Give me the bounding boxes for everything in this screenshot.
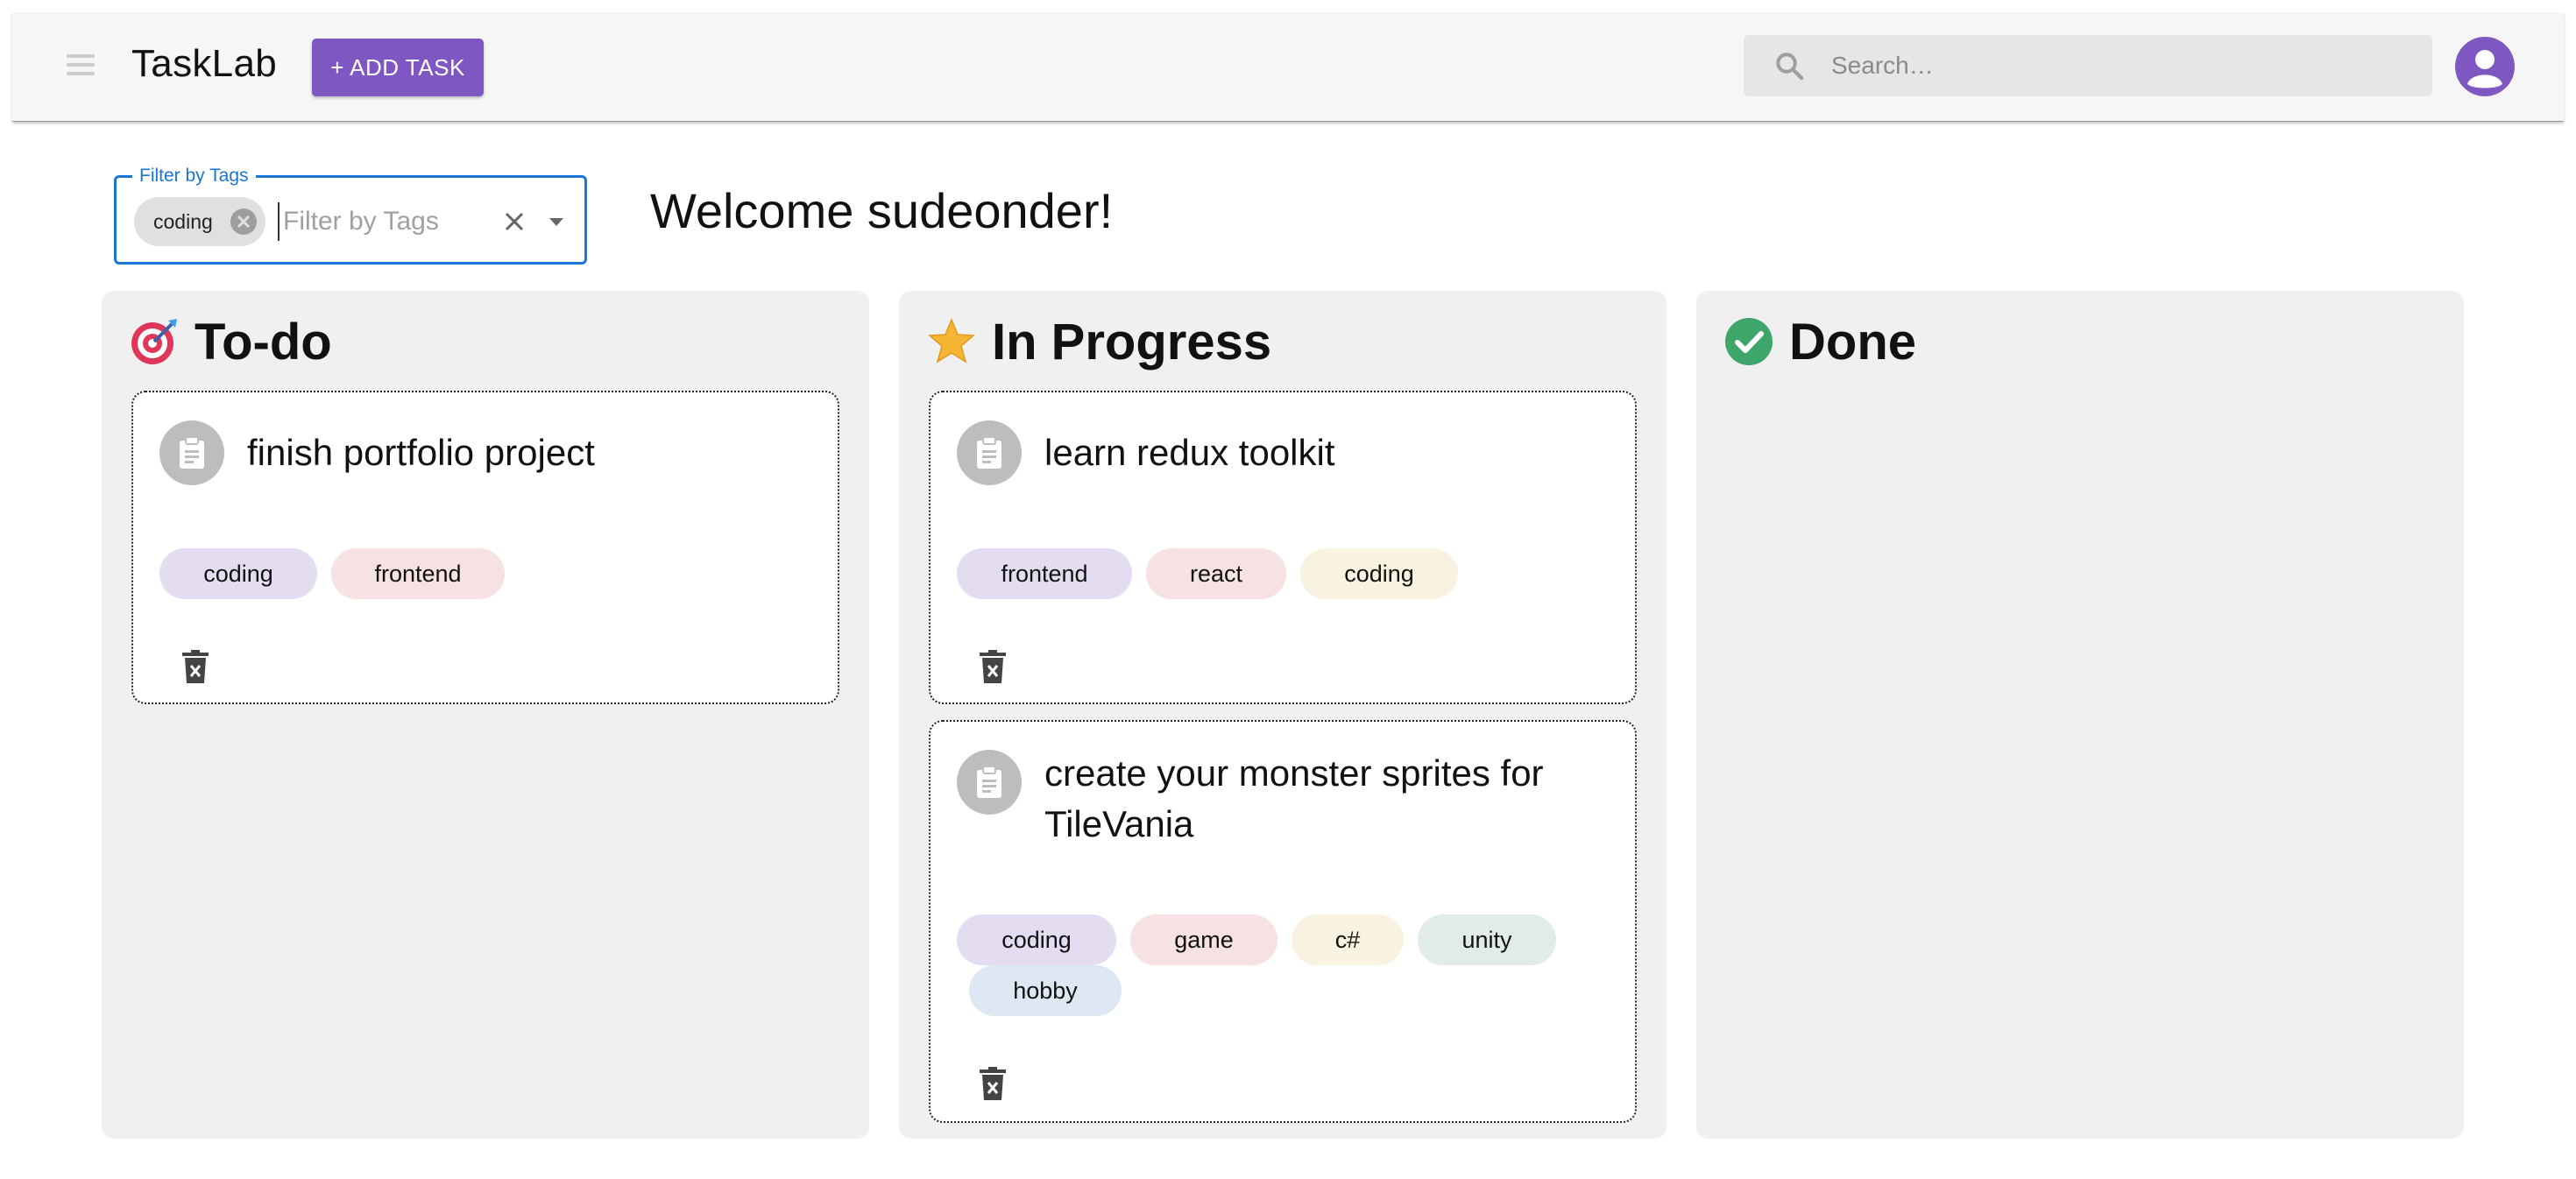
tag-chip[interactable]: hobby xyxy=(969,965,1122,1016)
delete-icon[interactable] xyxy=(978,650,1008,685)
tag-chip[interactable]: c# xyxy=(1292,914,1404,965)
selected-tag-label: coding xyxy=(153,210,213,233)
tag-chip[interactable]: coding xyxy=(1300,548,1458,599)
clipboard-icon xyxy=(957,750,1022,815)
account-avatar-icon[interactable] xyxy=(2455,37,2515,96)
tag-chip[interactable]: react xyxy=(1146,548,1286,599)
column-in-progress: In Progress learn redux toolkit frontend… xyxy=(899,291,1667,1139)
column-header: In Progress xyxy=(927,310,1271,373)
tag-chip[interactable]: coding xyxy=(957,914,1116,965)
search-icon xyxy=(1776,53,1804,81)
tag-list: coding frontend xyxy=(159,548,808,599)
column-todo: To-do finish portfolio project coding fr… xyxy=(102,291,869,1139)
remove-tag-icon[interactable] xyxy=(229,207,258,237)
search-bar[interactable] xyxy=(1744,35,2432,96)
star-icon xyxy=(928,318,975,364)
task-title: finish portfolio project xyxy=(247,432,595,473)
check-circle-icon xyxy=(1725,318,1773,365)
task-card[interactable]: learn redux toolkit frontend react codin… xyxy=(929,391,1637,704)
selected-tag-chip[interactable]: coding xyxy=(134,197,265,246)
column-header: To-do xyxy=(130,310,332,373)
clipboard-icon xyxy=(159,420,224,485)
search-input[interactable] xyxy=(1831,35,2410,96)
column-header: Done xyxy=(1724,310,1916,373)
dropdown-arrow-icon[interactable] xyxy=(541,206,572,237)
tag-chip[interactable]: frontend xyxy=(331,548,505,599)
tag-chip[interactable]: coding xyxy=(159,548,317,599)
filter-input[interactable] xyxy=(278,202,488,241)
add-task-button[interactable]: + ADD TASK xyxy=(312,39,484,96)
column-title: In Progress xyxy=(992,313,1272,371)
clear-icon[interactable] xyxy=(499,206,530,237)
delete-icon[interactable] xyxy=(180,650,210,685)
filter-label: Filter by Tags xyxy=(132,166,256,187)
column-title: To-do xyxy=(195,313,332,371)
tag-chip[interactable]: game xyxy=(1130,914,1277,965)
task-card[interactable]: create your monster sprites for TileVani… xyxy=(929,720,1637,1123)
tag-filter[interactable]: Filter by Tags coding xyxy=(114,166,587,265)
task-title: learn redux toolkit xyxy=(1044,432,1335,473)
clipboard-icon xyxy=(957,420,1022,485)
task-card[interactable]: finish portfolio project coding frontend xyxy=(131,391,839,704)
target-icon xyxy=(131,319,177,364)
tag-list: coding game c# unity hobby xyxy=(957,914,1605,1016)
task-title: create your monster sprites for TileVani… xyxy=(1044,752,1544,844)
welcome-message: Welcome sudeonder! xyxy=(650,183,1114,238)
app-title: TaskLab xyxy=(131,42,277,85)
menu-icon[interactable] xyxy=(56,49,105,84)
tag-chip[interactable]: unity xyxy=(1418,914,1556,965)
tag-list: frontend react coding xyxy=(957,548,1605,599)
tag-chip[interactable]: frontend xyxy=(957,548,1132,599)
app-bar: TaskLab + ADD TASK xyxy=(12,12,2564,121)
delete-icon[interactable] xyxy=(978,1067,1008,1102)
column-title: Done xyxy=(1789,313,1916,371)
column-done: Done xyxy=(1696,291,2464,1139)
